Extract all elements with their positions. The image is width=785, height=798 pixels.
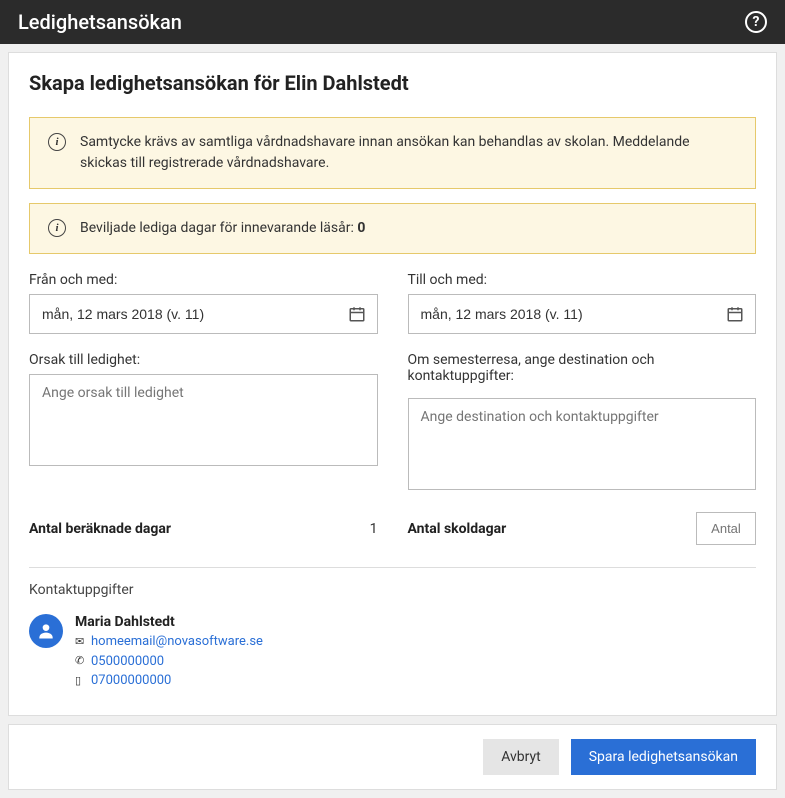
- contact-phone-line: ✆ 0500000000: [75, 652, 263, 672]
- to-date-input-wrap[interactable]: [408, 294, 757, 334]
- divider: [29, 567, 756, 568]
- calendar-icon[interactable]: [715, 295, 755, 333]
- mail-icon: ✉: [75, 634, 87, 651]
- phone-icon: ✆: [75, 653, 87, 670]
- save-button[interactable]: Spara ledighetsansökan: [571, 739, 756, 775]
- to-date-label: Till och med:: [408, 272, 757, 288]
- app-title: Ledighetsansökan: [18, 10, 182, 34]
- from-date-input[interactable]: [30, 306, 337, 322]
- contact-block: Maria Dahlstedt ✉ homeemail@novasoftware…: [29, 614, 756, 691]
- consent-alert: i Samtycke krävs av samtliga vårdnadshav…: [29, 117, 756, 189]
- from-date-label: Från och med:: [29, 272, 378, 288]
- avatar: [29, 614, 63, 648]
- help-icon[interactable]: ?: [745, 11, 767, 33]
- titlebar: Ledighetsansökan ?: [0, 0, 785, 44]
- school-days-row: Antal skoldagar: [408, 512, 757, 545]
- destination-textarea[interactable]: [408, 398, 757, 490]
- mobile-icon: ▯: [75, 673, 87, 690]
- contact-mobile-line: ▯ 07000000000: [75, 671, 263, 691]
- to-date-input[interactable]: [409, 306, 716, 322]
- content-wrap: Skapa ledighetsansökan för Elin Dahlsted…: [0, 44, 785, 798]
- contact-details: Maria Dahlstedt ✉ homeemail@novasoftware…: [75, 614, 263, 691]
- form-grid: Från och med: Till och med:: [29, 272, 756, 545]
- calendar-icon[interactable]: [337, 295, 377, 333]
- info-icon: i: [48, 133, 66, 151]
- cancel-button[interactable]: Avbryt: [483, 739, 559, 775]
- reason-group: Orsak till ledighet:: [29, 352, 378, 494]
- contact-mobile-link[interactable]: 07000000000: [91, 671, 171, 691]
- to-date-group: Till och med:: [408, 272, 757, 334]
- granted-days-text: Beviljade lediga dagar för innevarande l…: [80, 218, 365, 239]
- form-card: Skapa ledighetsansökan för Elin Dahlsted…: [8, 52, 777, 716]
- consent-text: Samtycke krävs av samtliga vårdnadshavar…: [80, 132, 737, 174]
- page-title: Skapa ledighetsansökan för Elin Dahlsted…: [29, 71, 756, 95]
- contact-email-link[interactable]: homeemail@novasoftware.se: [91, 632, 263, 652]
- reason-label: Orsak till ledighet:: [29, 352, 378, 368]
- calc-days-label: Antal beräknade dagar: [29, 521, 171, 537]
- from-date-group: Från och med:: [29, 272, 378, 334]
- contacts-title: Kontaktuppgifter: [29, 582, 756, 598]
- contact-name: Maria Dahlstedt: [75, 614, 263, 630]
- reason-textarea[interactable]: [29, 374, 378, 466]
- footer-bar: Avbryt Spara ledighetsansökan: [8, 724, 777, 790]
- school-days-label: Antal skoldagar: [408, 521, 507, 537]
- calc-days-row: Antal beräknade dagar 1: [29, 512, 378, 545]
- from-date-input-wrap[interactable]: [29, 294, 378, 334]
- destination-group: Om semesterresa, ange destination och ko…: [408, 352, 757, 494]
- destination-label: Om semesterresa, ange destination och ko…: [408, 352, 757, 392]
- info-icon: i: [48, 219, 66, 237]
- calc-days-value: 1: [370, 521, 378, 537]
- school-days-input[interactable]: [696, 512, 756, 545]
- contact-email-line: ✉ homeemail@novasoftware.se: [75, 632, 263, 652]
- granted-days-alert: i Beviljade lediga dagar för innevarande…: [29, 203, 756, 254]
- contact-phone-link[interactable]: 0500000000: [91, 652, 164, 672]
